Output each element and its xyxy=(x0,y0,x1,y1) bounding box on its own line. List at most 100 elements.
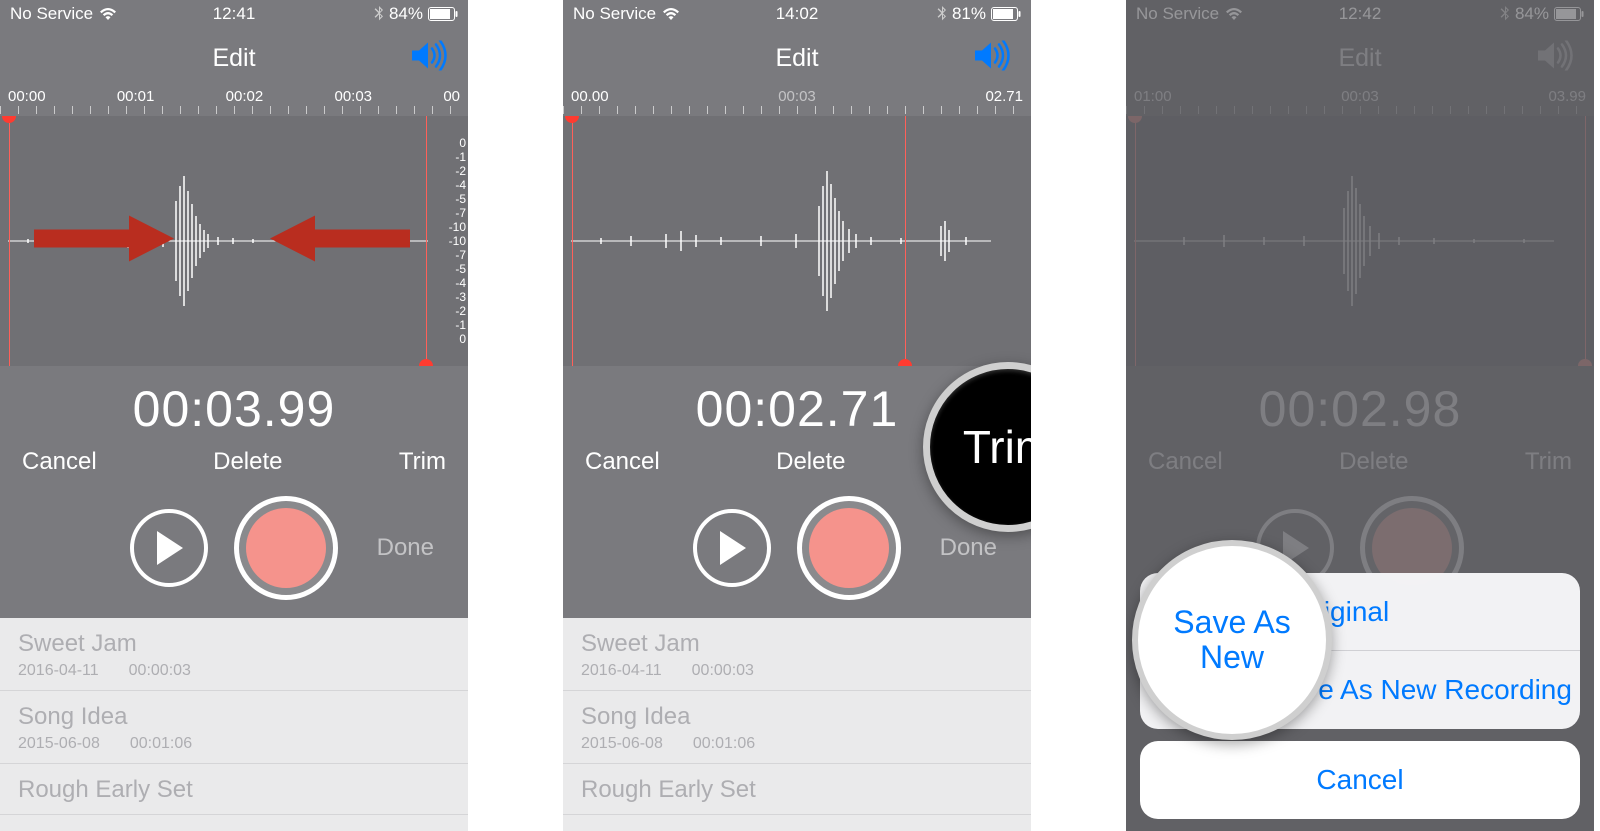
recording-date: 2016-04-11 xyxy=(581,662,662,679)
recording-title: Rough Early Set xyxy=(18,776,450,804)
trim-handle-left-line xyxy=(1135,116,1136,366)
battery-icon xyxy=(1554,7,1584,21)
trim-handle-right[interactable] xyxy=(898,359,912,366)
delete-button: Delete xyxy=(1339,448,1408,476)
list-item[interactable]: Rough Early Set xyxy=(563,764,1031,815)
list-item[interactable]: Rough Early Set xyxy=(0,764,468,815)
trim-handle-left-line[interactable] xyxy=(9,116,10,366)
delete-button[interactable]: Delete xyxy=(776,448,845,476)
speaker-button[interactable] xyxy=(973,41,1013,76)
callout-save-as-new: Save As New xyxy=(1132,540,1332,740)
waveform-area[interactable]: 0-1-2-4-5-7-10-10-7-5-4-3-2-10 xyxy=(0,116,468,366)
play-button[interactable] xyxy=(693,509,771,587)
recording-title: Song Idea xyxy=(18,703,450,731)
bluetooth-icon xyxy=(374,6,384,22)
list-item[interactable]: Song Idea 2015-06-0800:01:06 xyxy=(0,691,468,764)
waveform xyxy=(1134,116,1554,366)
ruler-label: 00:02 xyxy=(226,88,264,106)
trim-button: Trim xyxy=(1525,448,1572,476)
battery-percent: 84% xyxy=(1515,4,1549,24)
battery-percent: 81% xyxy=(952,4,986,24)
battery-icon xyxy=(428,7,458,21)
delete-button[interactable]: Delete xyxy=(213,448,282,476)
trim-handle-right-line xyxy=(1585,116,1586,366)
ruler-label: 00.00 xyxy=(571,88,609,106)
recording-title: Rough Early Set xyxy=(581,776,1013,804)
sheet-cancel[interactable]: Cancel xyxy=(1140,741,1580,819)
done-button[interactable]: Done xyxy=(377,534,434,562)
status-bar: No Service 14:02 81% xyxy=(563,0,1031,28)
carrier-label: No Service xyxy=(1136,4,1219,24)
list-item[interactable]: Song Idea 2015-06-08 00:01:06 xyxy=(563,691,1031,764)
recording-date: 2016-04-11 xyxy=(18,662,99,679)
recordings-list: Sweet Jam 2016-04-11 00:00:03 Song Idea 2… xyxy=(0,618,468,831)
clock: 14:02 xyxy=(776,4,819,24)
recording-duration: 00:01:06 xyxy=(693,735,755,752)
page-title: Edit xyxy=(212,44,255,73)
recording-duration: 00:00:03 xyxy=(692,662,754,679)
clock: 12:42 xyxy=(1339,4,1382,24)
recording-date: 2015-06-08 xyxy=(581,735,663,752)
trim-handle-right[interactable] xyxy=(419,359,433,366)
nav-header: Edit xyxy=(0,28,468,88)
record-button[interactable] xyxy=(234,496,338,600)
page-title: Edit xyxy=(1338,44,1381,73)
recording-duration: 00:01:06 xyxy=(130,735,192,752)
speaker-button xyxy=(1536,41,1576,76)
recording-title: Sweet Jam xyxy=(581,630,1013,658)
wifi-icon xyxy=(662,7,680,21)
clock: 12:41 xyxy=(213,4,256,24)
trim-handle-right xyxy=(1578,359,1592,366)
timeline-ruler: 00:00 00:01 00:02 00:03 00 xyxy=(0,88,468,116)
cancel-button[interactable]: Cancel xyxy=(585,448,660,476)
callout-label: Trim xyxy=(963,420,1031,474)
wifi-icon xyxy=(99,7,117,21)
ruler-label: 03.99 xyxy=(1548,88,1586,106)
ruler-label: 01:00 xyxy=(1134,88,1172,106)
waveform xyxy=(571,116,991,366)
cancel-button: Cancel xyxy=(1148,448,1223,476)
status-bar: No Service 12:41 84% xyxy=(0,0,468,28)
wifi-icon xyxy=(1225,7,1243,21)
cancel-button[interactable]: Cancel xyxy=(22,448,97,476)
duration-label: 00:03.99 xyxy=(0,380,468,438)
db-scale: 0-1-2-4-5-7-10-10-7-5-4-3-2-10 xyxy=(432,136,466,346)
waveform-area xyxy=(1126,116,1594,366)
trim-handle-right-line[interactable] xyxy=(905,116,906,366)
timeline-ruler: 00.00 00:03 02.71 xyxy=(563,88,1031,116)
recording-duration: 00:00:03 xyxy=(129,662,191,679)
list-item[interactable]: Sweet Jam 2016-04-11 00:00:03 xyxy=(563,618,1031,691)
timeline-ruler: 01:00 00:03 03.99 xyxy=(1126,88,1594,116)
ruler-label: 02.71 xyxy=(985,88,1023,106)
trim-button[interactable]: Trim xyxy=(399,448,446,476)
ruler-label: 00:01 xyxy=(117,88,155,106)
ruler-label: 00 xyxy=(443,88,460,106)
battery-icon xyxy=(991,7,1021,21)
ruler-label: 00:03 xyxy=(1341,88,1379,106)
nav-header: Edit xyxy=(1126,28,1594,88)
ruler-label: 00:00 xyxy=(8,88,46,106)
play-button[interactable] xyxy=(130,509,208,587)
instruction-arrow-left xyxy=(270,214,410,269)
phone-screenshot-1: No Service 12:41 84% Edit xyxy=(0,0,468,831)
status-bar: No Service 12:42 84% xyxy=(1126,0,1594,28)
carrier-label: No Service xyxy=(10,4,93,24)
speaker-button[interactable] xyxy=(410,41,450,76)
done-button[interactable]: Done xyxy=(940,534,997,562)
recording-title: Song Idea xyxy=(581,703,1013,731)
trim-handle-left-line[interactable] xyxy=(572,116,573,366)
bluetooth-icon xyxy=(937,6,947,22)
trim-handle-right-line[interactable] xyxy=(426,116,427,366)
list-item[interactable]: Sweet Jam 2016-04-11 00:00:03 xyxy=(0,618,468,691)
page-title: Edit xyxy=(775,44,818,73)
battery-percent: 84% xyxy=(389,4,423,24)
carrier-label: No Service xyxy=(573,4,656,24)
recording-title: Sweet Jam xyxy=(18,630,450,658)
nav-header: Edit xyxy=(563,28,1031,88)
waveform-area[interactable] xyxy=(563,116,1031,366)
ruler-label: 00:03 xyxy=(334,88,372,106)
phone-screenshot-2: No Service 14:02 81% Edit xyxy=(563,0,1031,831)
record-button[interactable] xyxy=(797,496,901,600)
phone-screenshot-3: No Service 12:42 84% Edit xyxy=(1126,0,1594,831)
duration-label: 00:02.98 xyxy=(1126,380,1594,438)
